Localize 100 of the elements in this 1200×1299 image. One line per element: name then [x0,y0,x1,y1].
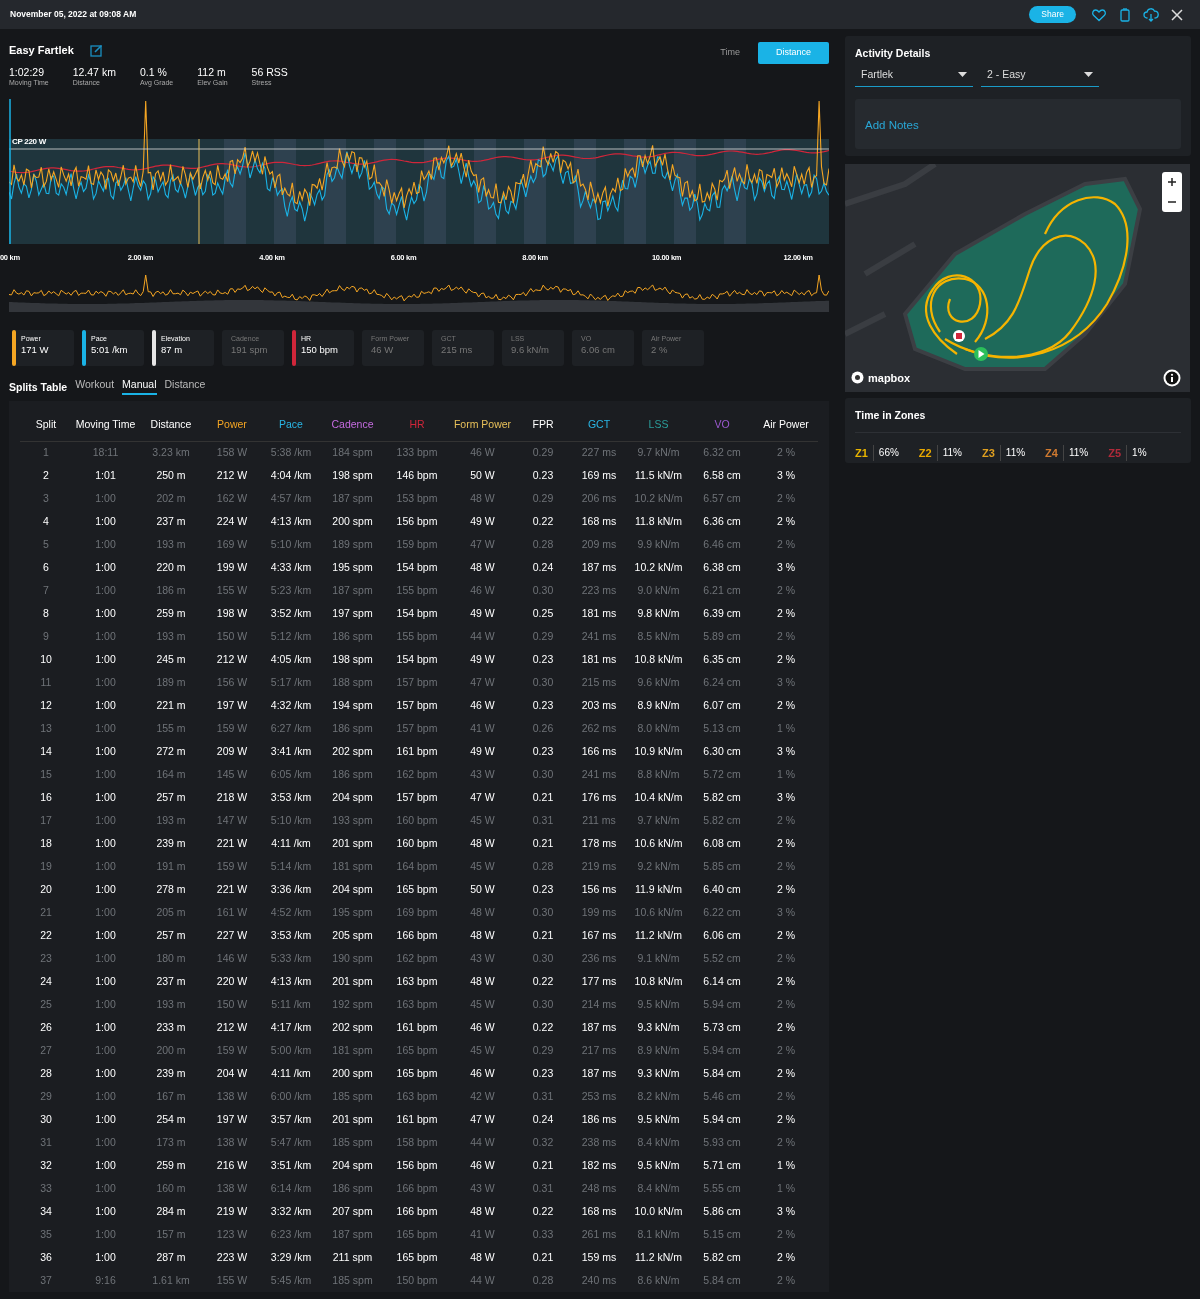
table-cell-text: 165 bpm [395,1042,439,1058]
table-cell-text: 150 W [215,996,249,1012]
splits-tab[interactable]: Distance [164,376,206,396]
table-cell-text: 1 % [775,720,797,736]
table-cell-text: 0.32 [531,1134,555,1150]
table-cell-text: 5.82 cm [702,789,742,805]
table-cell-text: 1 % [775,766,797,782]
table-cell-text: 2 [42,467,50,483]
add-notes-link[interactable]: Add Notes [865,118,919,131]
edit-icon[interactable] [89,43,103,57]
table-cell-text: 6.46 cm [702,536,742,552]
table-cell-text: 201 spm [331,973,374,989]
table-cell-text: 42 W [469,1088,496,1104]
table-cell-text: 5:45 /km [269,1272,313,1288]
table-cell-text: 10.6 kN/m [633,835,684,851]
map-attribution[interactable]: mapbox [868,369,911,386]
table-cell-text: 198 spm [331,651,374,667]
dropdown[interactable]: Fartlek [855,65,973,87]
table-cell-text: 165 bpm [395,1249,439,1265]
table-cell-text: 2 % [775,1019,797,1035]
table-cell-text: 195 spm [331,559,374,575]
table-cell-text: 221 W [215,881,249,897]
table-cell-text: 48 W [469,490,496,506]
table-cell-text: 0.25 [531,605,555,621]
table-cell-text: 187 ms [580,559,618,575]
table-cell-text: 0.23 [531,1065,555,1081]
table-cell-text: 159 W [215,720,249,736]
table-cell-text: 1:00 [94,812,117,828]
table-cell-text: 45 W [469,1042,496,1058]
table-cell-text: 47 W [469,536,496,552]
table-cell-text: 10.6 kN/m [633,904,684,920]
table-cell-text: 43 W [469,1180,496,1196]
table-cell-text: 5:10 /km [269,812,313,828]
table-cell-text: 6:00 /km [269,1088,313,1104]
table-cell-text: 7 [42,582,50,598]
zone-value: 11% [942,445,962,460]
table-cell-text: 3 % [775,559,797,575]
splits-tab[interactable]: Manual [122,376,157,396]
table-cell-text: 189 spm [331,536,374,552]
table-cell-text: 1:00 [94,1088,117,1104]
table-cell-text: 0.22 [531,513,555,529]
splits-tab[interactable]: Workout [75,376,115,396]
table-cell-text: 193 m [155,996,187,1012]
info-icon[interactable] [1163,369,1181,387]
table-cell-text: 6:27 /km [269,720,313,736]
table-cell-text: 10.2 kN/m [633,559,684,575]
table-cell-text: 24 [39,973,53,989]
table-cell-text: 166 ms [580,743,618,759]
table-cell-text: 2 % [775,697,797,713]
table-cell-text: 161 bpm [395,743,439,759]
table-cell-text: 8.5 kN/m [636,628,681,644]
table-cell-text: 158 bpm [395,1134,439,1150]
table-cell-text: 2 % [775,1134,797,1150]
table-cell-text: 23 [39,950,53,966]
table-cell-text: 10.4 kN/m [633,789,684,805]
table-cell-text: 5:33 /km [269,950,313,966]
table-cell-text: 1:00 [94,1226,117,1242]
column-header: FPR [515,409,571,442]
table-cell: 184 spm [321,441,384,465]
table-cell-text: 162 bpm [395,950,439,966]
dropdown[interactable]: 2 - Easy [981,65,1099,87]
table-cell-text: 5.85 cm [702,858,742,874]
table-cell-text: 46 W [469,697,496,713]
table-cell-text: 34 [39,1203,53,1219]
table-cell-text: 186 spm [331,628,374,644]
table-cell-text: 5.82 cm [702,1249,742,1265]
table-cell-text: 5:10 /km [269,536,313,552]
table-cell-text: 2 % [775,1249,797,1265]
table-cell-text: 5.46 cm [702,1088,742,1104]
table-cell-text: 15 [39,766,53,782]
table-cell-text: 2 % [775,858,797,874]
table-cell-text: 6.57 cm [702,490,742,506]
table-cell-text: 201 spm [331,835,374,851]
table-cell-text: 212 W [215,467,249,483]
zone-value: 11% [1068,445,1089,460]
table-cell-text: 2 % [775,628,797,644]
caret-icon [1084,72,1093,78]
table-cell-text: 3:53 /km [269,789,313,805]
zone-value: 11% [1005,445,1026,460]
table-cell-text: 0.30 [531,996,555,1012]
table-cell-text: 6.39 cm [702,605,742,621]
table-cell-text: 0.29 [531,1042,555,1058]
view-toggle-tab[interactable]: Time [702,42,758,64]
table-cell-text: 2 % [775,513,797,529]
table-cell-text: 194 spm [331,697,374,713]
table-cell-text: 0.30 [531,582,555,598]
table-cell-text: 167 ms [580,927,618,943]
table-cell-text: 6:23 /km [269,1226,313,1242]
table-cell-text: 2 % [775,881,797,897]
threshold-label: CP 220 W [12,135,46,148]
table-cell-text: 166 bpm [395,1203,439,1219]
table-cell-text: 2 % [775,1272,797,1288]
zone-value: 1% [1132,445,1147,460]
table-cell-text: 31 [39,1134,53,1150]
table-cell-text: 6.08 cm [702,835,742,851]
table-cell-text: 205 m [155,904,187,920]
table-cell-text: 6.30 cm [702,743,742,759]
table-cell-text: 5:11 /km [270,996,312,1012]
table-cell-text: 1:00 [94,651,117,667]
table-cell-text: 5.72 cm [702,766,742,782]
